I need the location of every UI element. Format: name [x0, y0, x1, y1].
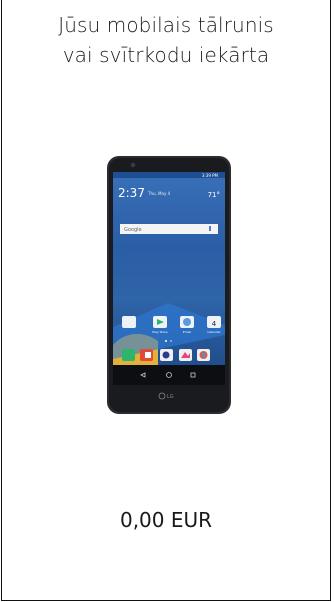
- app-label-email: Email: [183, 330, 191, 334]
- screen-clock: 2:37: [118, 186, 145, 200]
- app-label-play-store: Play Store: [152, 330, 167, 334]
- title-line-2: vai svītrkodu iekārta: [62, 43, 270, 67]
- screen-weather: 71°: [208, 191, 220, 199]
- phone-image: 3:39 PM 2:37 Thu, May 4 71° Google 4 Pla…: [106, 155, 232, 415]
- device-title: Jūsu mobilais tālrunis vai svītrkodu iek…: [2, 10, 330, 70]
- svg-text:4: 4: [212, 320, 217, 328]
- device-card: Jūsu mobilais tālrunis vai svītrkodu iek…: [1, 0, 331, 601]
- status-time-icon: 3:39 PM: [202, 173, 219, 178]
- smartphone-illustration: 3:39 PM 2:37 Thu, May 4 71° Google 4 Pla…: [107, 156, 231, 414]
- app-label-calendar: Calendar: [207, 330, 221, 334]
- title-line-1: Jūsu mobilais tālrunis: [58, 13, 274, 37]
- device-price: 0,00 EUR: [119, 508, 213, 532]
- screen-search-label: Google: [124, 227, 142, 233]
- screen-date: Thu, May 4: [147, 191, 171, 196]
- brand-label: LG: [167, 394, 174, 400]
